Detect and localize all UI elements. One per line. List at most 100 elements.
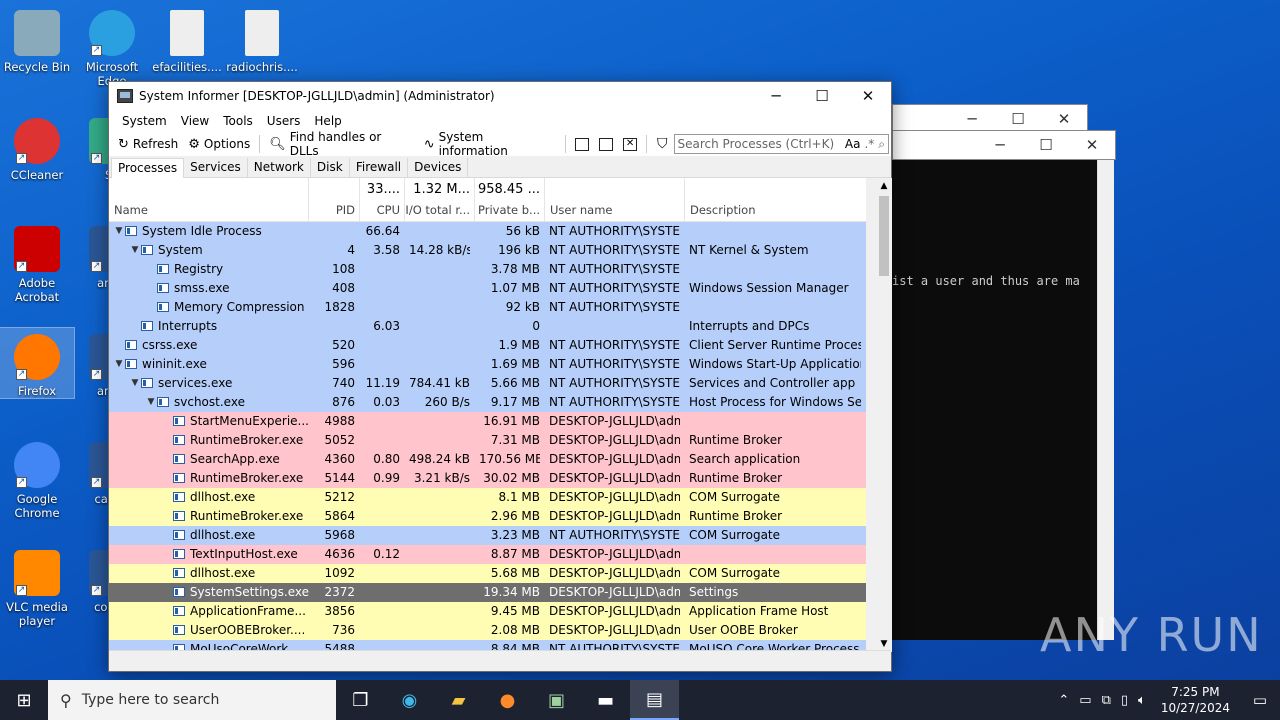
network-icon[interactable]: ▯ [1116,693,1133,708]
desktop-icon-firefox[interactable]: ↗ Firefox [0,327,75,399]
match-case-toggle[interactable]: Aa [845,137,861,151]
device-icon[interactable]: ⧉ [1097,693,1116,708]
notification-icon[interactable]: ▭ [1240,691,1280,709]
edge-icon[interactable]: ◉ [385,680,434,720]
menu-help[interactable]: Help [307,114,348,128]
desktop-icon-ccleaner[interactable]: ↗ CCleaner [0,112,74,182]
table-row[interactable]: smss.exe 408 1.07 MB NT AUTHORITY\SYSTEM Win… [109,279,866,298]
system-informer-taskbar-icon[interactable]: ▤ [630,680,679,720]
expand-chevron-icon[interactable]: ▼ [129,245,141,255]
table-row[interactable]: RuntimeBroker.exe 5052 7.31 MB DESKTOP-JGLL… [109,431,866,450]
table-row[interactable]: RuntimeBroker.exe 5864 2.96 MB DESKTOP-JGLL… [109,507,866,526]
scroll-up-icon[interactable]: ▲ [876,178,892,194]
menu-view[interactable]: View [174,114,216,128]
col-pid[interactable]: PID [309,178,360,222]
table-row[interactable]: ▼ services.exe 740 11.19 784.41 kB... 5.66 MB… [109,374,866,393]
tab-devices[interactable]: Devices [408,158,469,177]
maximize-icon[interactable]: ☐ [1023,131,1069,161]
vertical-scrollbar[interactable]: ▲ ▼ [876,178,892,652]
table-row[interactable]: Registry 108 3.78 MB NT AUTHORITY\SYSTEM [109,260,866,279]
minimize-icon[interactable]: ─ [977,131,1023,161]
col-description[interactable]: Description [685,178,866,222]
tab-processes[interactable]: Processes [111,158,185,178]
table-row[interactable]: dllhost.exe 1092 5.68 MB DESKTOP-JGLLJLD\ad… [109,564,866,583]
volume-icon[interactable]: 🔈︎ [1133,693,1151,708]
col-desc-label: Description [690,203,756,217]
regex-icon[interactable]: .* [864,137,874,151]
table-row[interactable]: Memory Compression 1828 92 kB NT AUTHORITY\… [109,298,866,317]
col-user-name[interactable]: User name [545,178,685,222]
table-row[interactable]: dllhost.exe 5212 8.1 MB DESKTOP-JGLLJLD\adm… [109,488,866,507]
tab-firewall[interactable]: Firewall [350,158,409,177]
minimize-button[interactable]: ─ [753,82,799,110]
table-row[interactable]: ApplicationFrame... 3856 9.45 MB DESKTOP-JG… [109,602,866,621]
scroll-thumb[interactable] [879,196,889,276]
window-icon[interactable] [575,137,590,151]
task-view-icon[interactable]: ❐ [336,680,385,720]
network-adapter-icon[interactable]: ▭ [1074,693,1096,708]
window-find-icon[interactable] [599,137,614,151]
close-icon[interactable]: ✕ [1069,131,1115,161]
desktop-icon-file1[interactable]: efacilities.... [150,4,224,74]
chevron-up-icon[interactable]: ⌃ [1053,693,1074,708]
table-row[interactable]: RuntimeBroker.exe 5144 0.99 3.21 kB/s 30.02 … [109,469,866,488]
app-icon[interactable]: ▣ [532,680,581,720]
terminal-icon[interactable]: ▬ [581,680,630,720]
menu-users[interactable]: Users [260,114,308,128]
table-row[interactable]: UserOOBEBroker.... 736 2.08 MB DESKTOP-JGLL… [109,621,866,640]
console-scrollbar[interactable] [1097,160,1114,640]
options-button[interactable]: ⚙ Options [183,133,255,155]
table-row[interactable]: TextInputHost.exe 4636 0.12 8.87 MB DESKTOP-… [109,545,866,564]
tab-services[interactable]: Services [184,158,248,177]
col-private-bytes[interactable]: 958.45 ... Private b... [475,178,545,222]
search-icon[interactable]: ⌕ [878,137,885,152]
desktop-icon-file2[interactable]: radiochris.... [225,4,299,74]
expand-chevron-icon[interactable]: ▼ [129,378,141,388]
expand-chevron-icon[interactable]: ▼ [113,359,125,369]
col-io[interactable]: 1.32 M... I/O total r... [405,178,475,222]
table-row[interactable]: csrss.exe 520 1.9 MB NT AUTHORITY\SYSTEM Cli… [109,336,866,355]
title-bar[interactable]: System Informer [DESKTOP-JGLLJLD\admin] … [109,82,891,110]
cell-priv: 2.96 MB [490,509,540,523]
table-row[interactable]: StartMenuExperie... 4988 16.91 MB DESKTOP-J… [109,412,866,431]
table-row[interactable]: ▼ System 4 3.58 14.28 kB/s 196 kB NT AUTHORITY… [109,241,866,260]
firefox-icon: ↗ [14,334,60,380]
col-name[interactable]: Name [109,178,309,222]
tab-network[interactable]: Network [248,158,311,177]
close-window-icon[interactable]: ✕ [623,137,637,151]
cell-user: NT AUTHORITY\SYSTEM [549,338,680,352]
maximize-button[interactable]: ☐ [799,82,845,110]
table-row[interactable]: ▼ svchost.exe 876 0.03 260 B/s 9.17 MB NT AUTH… [109,393,866,412]
desktop-icon-edge[interactable]: ↗Microsoft Edge [75,4,149,88]
cell-user: DESKTOP-JGLLJLD\admi [549,604,680,618]
refresh-button[interactable]: ↻ Refresh [113,133,183,155]
firefox-icon[interactable]: ● [483,680,532,720]
table-row[interactable]: dllhost.exe 5968 3.23 MB NT AUTHORITY\SYSTE… [109,526,866,545]
table-row[interactable]: SystemSettings.exe 2372 19.34 MB DESKTOP-JG… [109,583,866,602]
find-handles-button[interactable]: 🔍︎ Find handles or DLLs [264,130,418,158]
clock[interactable]: 7:25 PM 10/27/2024 [1151,684,1240,716]
search-processes-input[interactable]: Search Processes (Ctrl+K) Aa .* ⌕ [673,134,889,154]
menu-tools[interactable]: Tools [216,114,260,128]
expand-chevron-icon[interactable]: ▼ [113,226,125,236]
tab-disk[interactable]: Disk [311,158,350,177]
shield-icon[interactable]: ⛉ [657,136,668,152]
file-explorer-icon[interactable]: ▰ [434,680,483,720]
taskbar-search[interactable]: ⚲ Type here to search [48,680,336,720]
table-row[interactable]: ▼ wininit.exe 596 1.69 MB NT AUTHORITY\SYSTE… [109,355,866,374]
console-window[interactable]: ─ ☐ ✕ [892,130,1116,160]
expand-chevron-icon[interactable]: ▼ [145,397,157,407]
desktop-icon-recycle[interactable]: Recycle Bin [0,4,74,74]
menu-system[interactable]: System [115,114,174,128]
table-row[interactable]: SearchApp.exe 4360 0.80 498.24 kB... 170.56 … [109,450,866,469]
table-row[interactable]: ▼ System Idle Process 66.64 56 kB NT AUTHORI… [109,222,866,241]
desktop-icon-acrobat[interactable]: ↗ Adobe Acrobat [0,220,74,304]
close-button[interactable]: ✕ [845,82,891,110]
col-cpu[interactable]: 33.... CPU [360,178,405,222]
system-information-button[interactable]: ∿ System information [419,130,561,158]
separator [646,135,647,153]
desktop-icon-vlc[interactable]: ↗ VLC media player [0,544,74,628]
table-row[interactable]: Interrupts 6.03 0 Interrupts and DPCs [109,317,866,336]
start-button[interactable]: ⊞ [0,680,48,720]
desktop-icon-chrome[interactable]: ↗ Google Chrome [0,436,74,520]
